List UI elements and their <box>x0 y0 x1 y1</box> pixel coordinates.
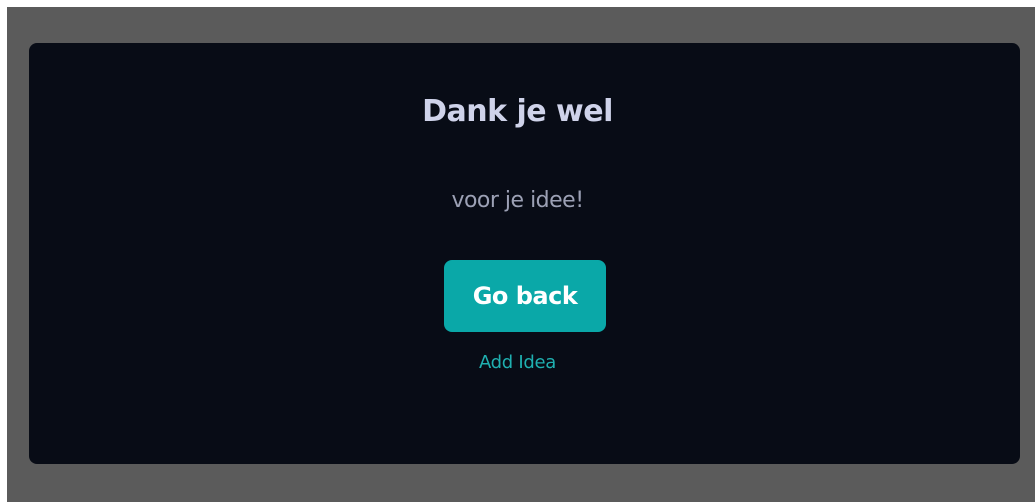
add-idea-link[interactable]: Add Idea <box>479 352 556 373</box>
dialog-title: Dank je wel <box>422 94 613 129</box>
add-idea-link-row: Add Idea <box>0 351 1035 375</box>
go-back-button[interactable]: Go back <box>444 260 606 332</box>
dialog-subtitle: voor je idee! <box>451 188 584 213</box>
